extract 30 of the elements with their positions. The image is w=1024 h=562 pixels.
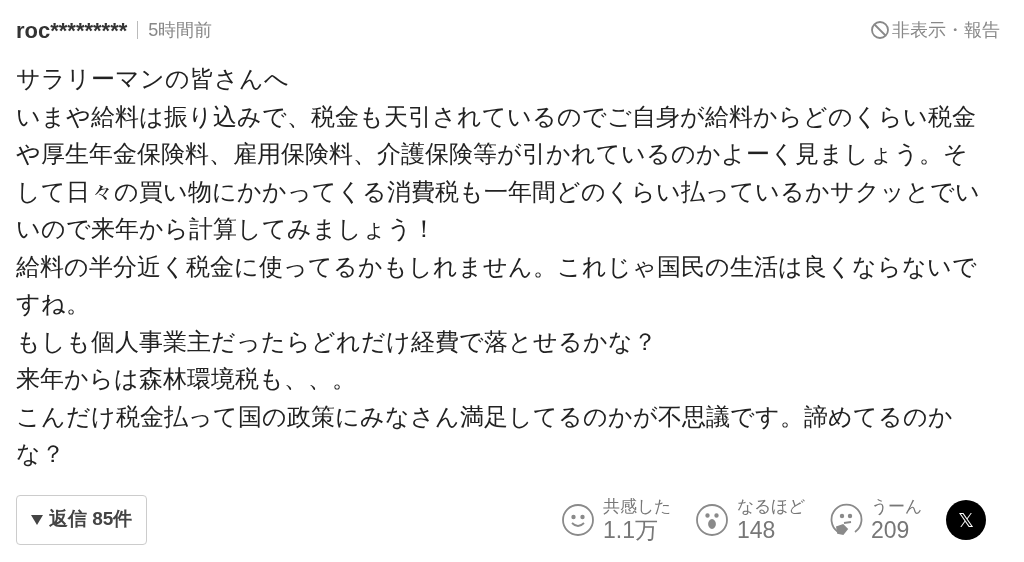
comment-text-line: こんだけ税金払って国の政策にみなさん満足してるのかが不思議です。諦めてるのか [16, 401, 954, 432]
surprised-face-icon [695, 502, 729, 537]
reaction-button[interactable]: なるほど 148 [695, 497, 805, 542]
post-time: 5時間前 [148, 18, 213, 42]
comment-text-line: や厚生年金保険料、雇用保険料、介護保険等が引かれているのかよーく見ましょう。そ [16, 139, 969, 169]
comment-text-line: サラリーマンの皆さんへ [16, 64, 290, 94]
caret-down-icon [31, 514, 43, 525]
reaction-label: 共感した [603, 497, 671, 515]
reaction-count: 148 [737, 518, 776, 542]
username[interactable]: roc********* [16, 13, 128, 47]
smiley-icon [561, 502, 595, 537]
comment-text-line: いまや給料は振り込みで、税金も天引されているのでご自身が給料からどのくらい税金 [16, 101, 977, 132]
comment-text-line: すね。 [16, 289, 91, 319]
comment-text-line: 給料の半分近く税金に使ってるかもしれません。これじゃ国民の生活は良くならないで [16, 251, 978, 282]
reaction-count: 209 [871, 518, 910, 542]
comment-text-line: して日々の買い物にかかってくる消費税も一年間どのくらい払っているかサクッとでい [16, 176, 981, 207]
comment-text-line: もしも個人事業主だったらどれだけ経費で落とせるかな？ [16, 326, 658, 357]
comment-text-line: いので来年から計算してみましょう！ [16, 214, 437, 244]
replies-button[interactable]: 返信 85件 [16, 494, 148, 545]
hide-report-button[interactable]: 非表示・報告 [870, 16, 1000, 44]
reaction-button[interactable]: 共感した 1.1万 [561, 497, 671, 542]
comment-text-line: な？ [16, 439, 66, 469]
share-x-button[interactable]: 𝕏 [946, 499, 986, 540]
reaction-button[interactable]: うーん 209 [829, 497, 922, 542]
thinking-face-icon [829, 502, 863, 537]
reaction-count: 1.1万 [603, 518, 658, 542]
reaction-label: うーん [871, 497, 922, 515]
comment-text-line: 来年からは森林環境税も、、。 [16, 364, 357, 394]
prohibited-icon [870, 20, 890, 40]
reaction-label: なるほど [737, 497, 805, 515]
